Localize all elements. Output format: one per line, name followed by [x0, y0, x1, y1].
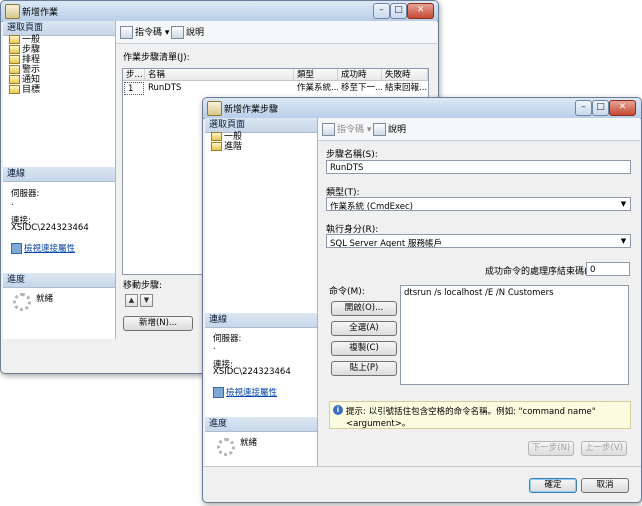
page-icon [9, 55, 20, 64]
help-icon [373, 123, 386, 136]
hint-text: 提示: 以引號括住包含空格的命令名稱。例如: "command name" <a… [346, 407, 596, 429]
script-icon [120, 26, 133, 39]
app-icon [207, 101, 222, 116]
view-connection-properties[interactable]: 檢視連接屬性 [11, 242, 75, 254]
new-step-button[interactable]: 新增(N)... [123, 316, 193, 331]
help-button[interactable]: 說明 [373, 122, 406, 136]
select-all-button[interactable]: 全選(A) [331, 321, 397, 336]
server-label: 伺服器: [11, 189, 40, 199]
grid-header[interactable]: 步... [123, 69, 145, 81]
nav-item-alerts[interactable]: 警示 [9, 65, 40, 75]
connection-header: 連線 [3, 167, 115, 182]
paste-button[interactable]: 貼上(P) [331, 361, 397, 376]
previous-button[interactable]: 上一步(V) [581, 441, 627, 456]
step-name-label: 步驟名稱(S): [326, 150, 378, 160]
grid-header[interactable]: 成功時 [338, 69, 382, 81]
dropdown-arrow-icon[interactable]: ▼ [619, 200, 628, 208]
status-text: 就緒 [36, 294, 54, 304]
copy-button[interactable]: 複製(C) [331, 341, 397, 356]
run-as-select[interactable]: SQL Server Agent 服務帳戶 ▼ [326, 234, 631, 248]
page-icon [9, 85, 20, 94]
view-connection-properties[interactable]: 檢視連接屬性 [213, 386, 277, 398]
window-title: 新增作業 [22, 8, 59, 18]
close-button[interactable]: ✕ [407, 3, 434, 19]
footer-divider [203, 466, 641, 467]
move-up-arrow-icon[interactable]: ▲ [125, 294, 138, 307]
dropdown-arrow-icon[interactable]: ▼ [619, 237, 628, 245]
nav-item-targets[interactable]: 目標 [9, 85, 40, 95]
sidebar: 選取頁面 一般 進階 連線 伺服器: . 連接: XSIDC\224323464… [205, 118, 318, 466]
properties-icon [213, 387, 224, 398]
move-step-label: 移動步驟: [123, 281, 163, 291]
move-down-arrow-icon[interactable]: ▼ [140, 294, 153, 307]
nav-item-schedules[interactable]: 排程 [9, 55, 40, 65]
open-button[interactable]: 開啟(O)... [331, 301, 397, 316]
app-icon [5, 4, 20, 19]
exit-code-field[interactable]: 0 [586, 262, 630, 276]
connection-header: 連線 [205, 313, 317, 328]
close-button[interactable]: ✕ [609, 100, 636, 116]
new-job-step-window: 新增作業步驟 – □ ✕ 選取頁面 一般 進階 連線 伺服器: . 連接: XS… [202, 97, 642, 503]
server-label: 伺服器: [213, 334, 242, 344]
table-cell: 作業系統... [297, 83, 338, 93]
minimize-button[interactable]: – [373, 3, 390, 19]
script-button[interactable]: 指令碼 ▾ [120, 25, 169, 39]
cancel-button[interactable]: 取消 [581, 478, 629, 493]
grid-header[interactable]: 名稱 [145, 69, 294, 81]
ok-button[interactable]: 確定 [529, 478, 577, 493]
maximize-button[interactable]: □ [390, 3, 407, 19]
info-icon: i [333, 405, 343, 415]
select-page-header: 選取頁面 [3, 21, 115, 36]
nav-item-general[interactable]: 一般 [211, 132, 242, 142]
title-bar: 新增作業步驟 – □ ✕ [203, 98, 641, 119]
nav-item-general[interactable]: 一般 [9, 35, 40, 45]
page-icon [9, 75, 20, 84]
progress-header: 進度 [3, 273, 115, 288]
server-value: . [11, 198, 14, 208]
page-icon [9, 35, 20, 44]
progress-spinner-icon [13, 293, 31, 311]
table-cell: 結束回報... [385, 83, 428, 93]
page-icon [211, 132, 222, 141]
properties-icon [11, 243, 22, 254]
connection-value: XSIDC\224323464 [213, 367, 291, 377]
status-text: 就緒 [240, 438, 258, 448]
step-name-field[interactable]: RunDTS [326, 160, 631, 174]
help-icon [171, 26, 184, 39]
title-bar: 新增作業 – □ ✕ [1, 1, 438, 22]
grid-header[interactable]: 失敗時 [382, 69, 428, 81]
nav-item-advanced[interactable]: 進階 [211, 142, 242, 152]
script-icon [322, 123, 335, 136]
table-cell: 1 [124, 82, 144, 95]
command-textarea[interactable]: dtsrun /s localhost /E /N Customers [400, 285, 629, 385]
toolbar: 指令碼 ▾ 說明 [116, 21, 437, 44]
table-row[interactable]: 1 RunDTS 作業系統... 移至下一... 結束回報... [123, 82, 428, 95]
window-title: 新增作業步驟 [224, 105, 279, 115]
page-icon [9, 65, 20, 74]
command-label: 命令(M): [329, 287, 365, 297]
next-button[interactable]: 下一步(N) [528, 441, 574, 456]
exit-code-label: 成功命令的處理序結束碼(X): [485, 267, 601, 277]
nav-item-notifications[interactable]: 通知 [9, 75, 40, 85]
table-cell: RunDTS [148, 83, 182, 93]
sidebar: 選取頁面 一般 步驟 排程 警示 通知 目標 連線 伺服器: . 連接: XSI… [3, 21, 116, 339]
progress-header: 進度 [205, 417, 317, 432]
toolbar: 指令碼 ▾ 說明 [318, 118, 640, 141]
select-page-header: 選取頁面 [205, 118, 317, 133]
nav-item-steps[interactable]: 步驟 [9, 45, 40, 55]
help-button[interactable]: 說明 [171, 25, 204, 39]
script-button[interactable]: 指令碼 ▾ [322, 122, 371, 136]
hint-box: i 提示: 以引號括住包含空格的命令名稱。例如: "command name" … [329, 401, 631, 429]
progress-spinner-icon [217, 438, 235, 456]
minimize-button[interactable]: – [575, 100, 592, 116]
table-cell: 移至下一... [341, 83, 382, 93]
type-select[interactable]: 作業系統 (CmdExec) ▼ [326, 197, 631, 211]
grid-header[interactable]: 類型 [294, 69, 338, 81]
maximize-button[interactable]: □ [592, 100, 609, 116]
page-icon [211, 142, 222, 151]
connection-value: XSIDC\224323464 [11, 223, 89, 233]
steps-list-label: 作業步驟清單(J): [123, 53, 190, 63]
server-value: . [213, 342, 216, 352]
page-icon [9, 45, 20, 54]
